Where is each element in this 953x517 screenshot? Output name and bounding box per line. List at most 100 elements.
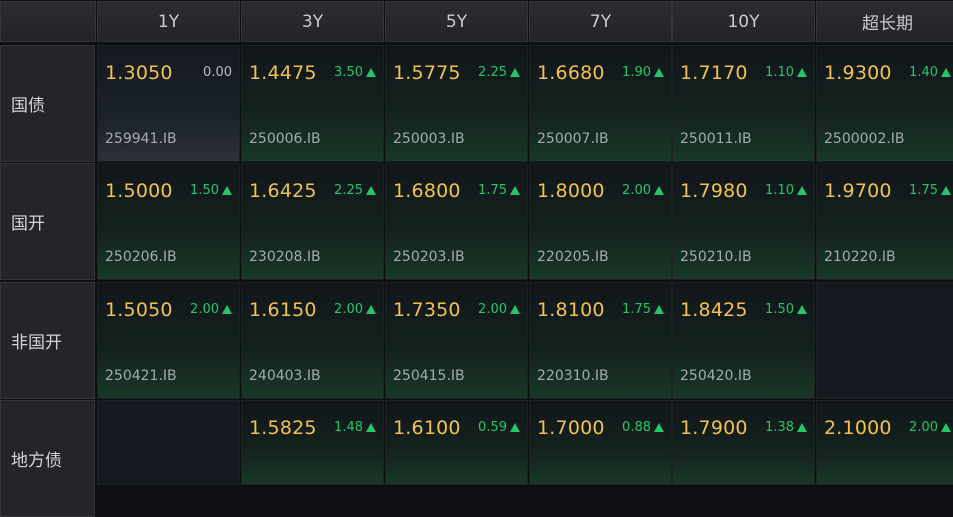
column-header-7Y[interactable]: 7Y (529, 1, 672, 42)
change-value: 2.00 (334, 302, 376, 317)
bond-code: 250421.IB (105, 368, 177, 384)
change-text: 1.10 (765, 183, 794, 198)
up-arrow-icon (510, 305, 520, 314)
yield-rate: 1.5050 (105, 299, 173, 321)
quote-cell[interactable]: 1.7000 0.88 (529, 400, 672, 485)
up-arrow-icon (941, 68, 951, 77)
yield-rate: 1.6680 (537, 62, 605, 84)
change-text: 3.50 (334, 65, 363, 80)
quote-cell[interactable]: 2.1000 2.00 (816, 400, 953, 485)
bond-code: 250210.IB (680, 249, 752, 265)
yield-rate: 1.7000 (537, 417, 605, 439)
change-text: 2.00 (909, 420, 938, 435)
quote-cell[interactable]: 1.7170 1.10 250011.IB (672, 45, 815, 162)
change-text: 1.38 (765, 420, 794, 435)
change-value: 2.00 (190, 302, 232, 317)
bond-code: 250007.IB (537, 131, 609, 147)
up-arrow-icon (654, 186, 664, 195)
quote-cell[interactable]: 1.6800 1.75 250203.IB (385, 163, 528, 280)
row-label-地方债[interactable]: 地方债 (0, 400, 95, 517)
row-label-国开[interactable]: 国开 (0, 163, 95, 280)
quote-cell[interactable]: 1.6425 2.25 230208.IB (241, 163, 384, 280)
quote-cell[interactable]: 1.7980 1.10 250210.IB (672, 163, 815, 280)
column-header-超长期[interactable]: 超长期 (816, 1, 953, 42)
quote-cell[interactable]: 1.6680 1.90 250007.IB (529, 45, 672, 162)
quote-cell[interactable]: 1.9700 1.75 210220.IB (816, 163, 953, 280)
yield-rate: 1.7350 (393, 299, 461, 321)
quote-cell[interactable]: 1.7900 1.38 (672, 400, 815, 485)
bond-code: 250206.IB (105, 249, 177, 265)
yield-rate: 1.6100 (393, 417, 461, 439)
quote-cell[interactable]: 1.5000 1.50 250206.IB (97, 163, 240, 280)
change-value: 1.10 (765, 183, 807, 198)
change-text: 1.40 (909, 65, 938, 80)
yield-rate: 1.8425 (680, 299, 748, 321)
quote-cell[interactable]: 1.8100 1.75 220310.IB (529, 282, 672, 399)
row-label-国债[interactable]: 国债 (0, 45, 95, 162)
yield-rate: 1.5825 (249, 417, 317, 439)
column-header-5Y[interactable]: 5Y (385, 1, 528, 42)
change-text: 1.90 (622, 65, 651, 80)
up-arrow-icon (222, 186, 232, 195)
quote-cell[interactable]: 1.7350 2.00 250415.IB (385, 282, 528, 399)
quote-cell[interactable]: 1.5050 2.00 250421.IB (97, 282, 240, 399)
quote-cell[interactable]: 1.4475 3.50 250006.IB (241, 45, 384, 162)
bond-code: 220205.IB (537, 249, 609, 265)
yield-rate: 1.9300 (824, 62, 892, 84)
change-value: 1.10 (765, 65, 807, 80)
yield-rate: 1.9700 (824, 180, 892, 202)
change-text: 2.00 (478, 302, 507, 317)
change-value: 2.25 (478, 65, 520, 80)
up-arrow-icon (941, 186, 951, 195)
quote-cell[interactable]: 1.5775 2.25 250003.IB (385, 45, 528, 162)
change-value: 1.50 (765, 302, 807, 317)
change-text: 1.75 (478, 183, 507, 198)
yield-rate: 1.4475 (249, 62, 317, 84)
quote-cell[interactable]: 1.5825 1.48 (241, 400, 384, 485)
up-arrow-icon (366, 305, 376, 314)
change-value: 0.59 (478, 420, 520, 435)
column-header-3Y[interactable]: 3Y (241, 1, 384, 42)
up-arrow-icon (654, 68, 664, 77)
up-arrow-icon (941, 423, 951, 432)
up-arrow-icon (654, 423, 664, 432)
bond-code: 250415.IB (393, 368, 465, 384)
column-header-10Y[interactable]: 10Y (672, 1, 815, 42)
change-value: 1.75 (478, 183, 520, 198)
up-arrow-icon (510, 423, 520, 432)
change-text: 0.00 (203, 65, 232, 80)
yield-rate: 1.6425 (249, 180, 317, 202)
quote-cell[interactable]: 1.6150 2.00 240403.IB (241, 282, 384, 399)
change-text: 1.75 (909, 183, 938, 198)
change-text: 0.59 (478, 420, 507, 435)
column-header-1Y[interactable]: 1Y (97, 1, 240, 42)
row-label-非国开[interactable]: 非国开 (0, 282, 95, 399)
quote-cell[interactable]: 1.6100 0.59 (385, 400, 528, 485)
change-value: 3.50 (334, 65, 376, 80)
up-arrow-icon (797, 423, 807, 432)
change-text: 1.75 (622, 302, 651, 317)
change-value: 0.00 (203, 65, 232, 80)
bond-code: 210220.IB (824, 249, 896, 265)
up-arrow-icon (654, 305, 664, 314)
up-arrow-icon (797, 68, 807, 77)
quote-cell (816, 282, 953, 399)
bond-code: 220310.IB (537, 368, 609, 384)
quote-cell[interactable]: 1.8000 2.00 220205.IB (529, 163, 672, 280)
quote-cell[interactable]: 1.8425 1.50 250420.IB (672, 282, 815, 399)
change-value: 1.75 (622, 302, 664, 317)
change-value: 1.50 (190, 183, 232, 198)
yield-rate: 1.7170 (680, 62, 748, 84)
bond-code: 250006.IB (249, 131, 321, 147)
bond-code: 250420.IB (680, 368, 752, 384)
bond-code: 259941.IB (105, 131, 177, 147)
quote-cell[interactable]: 1.9300 1.40 2500002.IB (816, 45, 953, 162)
change-text: 2.00 (190, 302, 219, 317)
up-arrow-icon (510, 68, 520, 77)
up-arrow-icon (366, 423, 376, 432)
yield-rate: 1.8000 (537, 180, 605, 202)
up-arrow-icon (366, 68, 376, 77)
quote-cell[interactable]: 1.3050 0.00 259941.IB (97, 45, 240, 162)
header-corner (0, 1, 96, 42)
change-value: 2.00 (622, 183, 664, 198)
